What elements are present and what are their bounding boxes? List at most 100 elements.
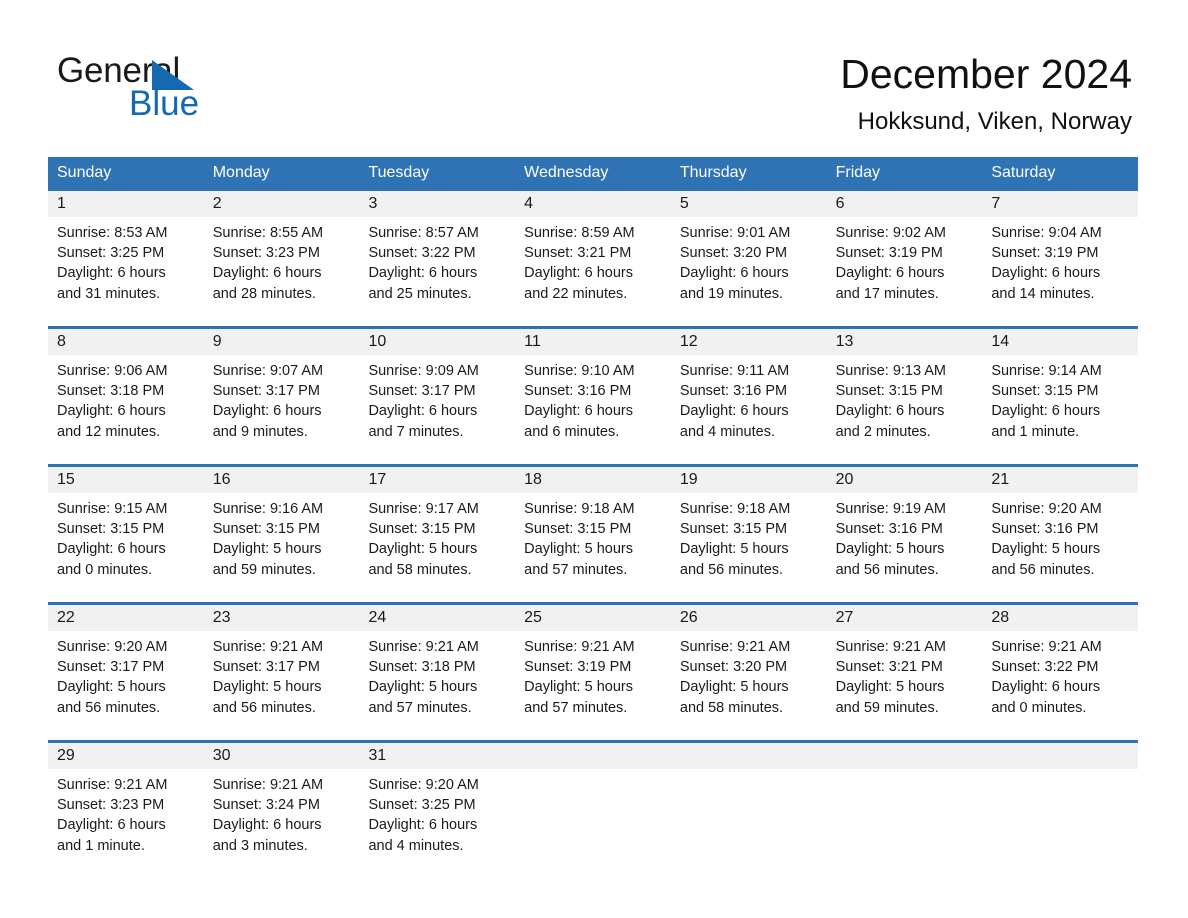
calendar-day-cell[interactable]: 7 Sunrise: 9:04 AM Sunset: 3:19 PM Dayli… — [982, 191, 1139, 326]
daylight-line1: Daylight: 6 hours — [524, 403, 633, 420]
calendar-day-cell[interactable]: 9 Sunrise: 9:07 AM Sunset: 3:17 PM Dayli… — [203, 329, 360, 464]
calendar-day-cell[interactable]: 14 Sunrise: 9:14 AM Sunset: 3:15 PM Dayl… — [982, 329, 1139, 464]
daylight-line1: Daylight: 6 hours — [57, 817, 166, 834]
calendar-day-cell[interactable]: 16 Sunrise: 9:16 AM Sunset: 3:15 PM Dayl… — [203, 467, 360, 602]
sunset-text: Sunset: 3:20 PM — [679, 245, 788, 262]
day-details: Sunrise: 8:55 AM Sunset: 3:23 PM Dayligh… — [204, 217, 360, 304]
daylight-line1: Daylight: 6 hours — [679, 403, 789, 420]
calendar-day-cell[interactable]: 18 Sunrise: 9:18 AM Sunset: 3:15 PM Dayl… — [515, 467, 671, 602]
page-subtitle: Hokksund, Viken, Norway — [857, 108, 1132, 135]
calendar-day-cell-empty — [826, 743, 983, 878]
sunrise-text: Sunrise: 9:14 AM — [991, 363, 1102, 379]
calendar-day-cell[interactable]: 4 Sunrise: 8:59 AM Sunset: 3:21 PM Dayli… — [515, 191, 671, 326]
calendar-day-cell[interactable]: 6 Sunrise: 9:02 AM Sunset: 3:19 PM Dayli… — [826, 191, 983, 326]
sunrise-text: Sunrise: 9:16 AM — [212, 501, 324, 517]
calendar-day-cell[interactable]: 20 Sunrise: 9:19 AM Sunset: 3:16 PM Dayl… — [826, 467, 983, 602]
sunrise-text: Sunrise: 9:15 AM — [57, 501, 168, 517]
daylight-line1: Daylight: 5 hours — [835, 541, 945, 558]
day-number: 31 — [359, 743, 516, 769]
day-number: 6 — [826, 191, 983, 217]
calendar-day-cell[interactable]: 8 Sunrise: 9:06 AM Sunset: 3:18 PM Dayli… — [48, 329, 204, 464]
daylight-line1: Daylight: 5 hours — [524, 541, 633, 558]
calendar-day-cell[interactable]: 5 Sunrise: 9:01 AM Sunset: 3:20 PM Dayli… — [670, 191, 827, 326]
calendar-day-cell[interactable]: 25 Sunrise: 9:21 AM Sunset: 3:19 PM Dayl… — [515, 605, 671, 740]
calendar-day-cell[interactable]: 29 Sunrise: 9:21 AM Sunset: 3:23 PM Dayl… — [48, 743, 204, 878]
calendar-day-cell[interactable]: 21 Sunrise: 9:20 AM Sunset: 3:16 PM Dayl… — [982, 467, 1139, 602]
daylight-line1: Daylight: 6 hours — [57, 403, 166, 420]
calendar-day-cell[interactable]: 26 Sunrise: 9:21 AM Sunset: 3:20 PM Dayl… — [670, 605, 827, 740]
sunrise-text: Sunrise: 9:21 AM — [368, 639, 479, 655]
sunset-text: Sunset: 3:23 PM — [212, 245, 320, 262]
calendar-day-cell[interactable]: 24 Sunrise: 9:21 AM Sunset: 3:18 PM Dayl… — [359, 605, 516, 740]
day-details: Sunrise: 9:21 AM Sunset: 3:18 PM Dayligh… — [359, 631, 515, 718]
daylight-line1: Daylight: 5 hours — [212, 679, 322, 696]
daylight-line2: and 56 minutes. — [57, 699, 161, 716]
calendar-day-cell[interactable]: 15 Sunrise: 9:15 AM Sunset: 3:15 PM Dayl… — [48, 467, 204, 602]
day-number: 11 — [515, 329, 671, 355]
day-details: Sunrise: 9:21 AM Sunset: 3:24 PM Dayligh… — [204, 769, 360, 856]
day-number: 15 — [48, 467, 204, 493]
calendar-day-cell[interactable]: 10 Sunrise: 9:09 AM Sunset: 3:17 PM Dayl… — [359, 329, 516, 464]
daylight-line2: and 59 minutes. — [835, 699, 939, 716]
day-details: Sunrise: 9:15 AM Sunset: 3:15 PM Dayligh… — [48, 493, 204, 580]
day-number — [670, 743, 827, 769]
daylight-line2: and 3 minutes. — [212, 837, 308, 854]
calendar-day-cell[interactable]: 30 Sunrise: 9:21 AM Sunset: 3:24 PM Dayl… — [203, 743, 360, 878]
calendar-day-cell[interactable]: 11 Sunrise: 9:10 AM Sunset: 3:16 PM Dayl… — [515, 329, 671, 464]
daylight-line1: Daylight: 6 hours — [835, 403, 945, 420]
sunrise-text: Sunrise: 9:17 AM — [368, 501, 479, 517]
title-block: December 2024 Hokksund, Viken, Norway — [840, 50, 1132, 136]
calendar-day-cell[interactable]: 3 Sunrise: 8:57 AM Sunset: 3:22 PM Dayli… — [359, 191, 516, 326]
calendar-day-cell[interactable]: 1 Sunrise: 8:53 AM Sunset: 3:25 PM Dayli… — [48, 191, 204, 326]
sunset-text: Sunset: 3:17 PM — [368, 383, 476, 400]
sunrise-text: Sunrise: 9:21 AM — [991, 639, 1102, 655]
daylight-line2: and 19 minutes. — [679, 285, 784, 302]
calendar-day-cell-empty — [515, 743, 671, 878]
day-details: Sunrise: 9:02 AM Sunset: 3:19 PM Dayligh… — [827, 217, 983, 304]
day-details: Sunrise: 9:21 AM Sunset: 3:17 PM Dayligh… — [204, 631, 360, 718]
calendar-day-cell[interactable]: 19 Sunrise: 9:18 AM Sunset: 3:15 PM Dayl… — [670, 467, 827, 602]
calendar-day-cell[interactable]: 2 Sunrise: 8:55 AM Sunset: 3:23 PM Dayli… — [203, 191, 360, 326]
general-blue-logo[interactable]: General Blue — [57, 52, 317, 124]
calendar-day-cell[interactable]: 28 Sunrise: 9:21 AM Sunset: 3:22 PM Dayl… — [982, 605, 1139, 740]
daylight-line2: and 58 minutes. — [679, 699, 784, 716]
daylight-line2: and 4 minutes. — [679, 423, 775, 440]
day-number — [515, 743, 671, 769]
calendar-day-cell[interactable]: 13 Sunrise: 9:13 AM Sunset: 3:15 PM Dayl… — [826, 329, 983, 464]
daylight-line2: and 0 minutes. — [991, 699, 1087, 716]
calendar-day-cell-empty — [670, 743, 827, 878]
sunrise-text: Sunrise: 9:11 AM — [679, 363, 790, 379]
calendar-day-cell[interactable]: 31 Sunrise: 9:20 AM Sunset: 3:25 PM Dayl… — [359, 743, 516, 878]
calendar-table: Sunday Monday Tuesday Wednesday Thursday… — [48, 157, 1139, 878]
daylight-line2: and 57 minutes. — [524, 699, 628, 716]
sunset-text: Sunset: 3:21 PM — [835, 659, 943, 676]
day-number: 8 — [48, 329, 204, 355]
sunrise-text: Sunrise: 9:18 AM — [524, 501, 635, 517]
day-details: Sunrise: 9:01 AM Sunset: 3:20 PM Dayligh… — [671, 217, 827, 304]
day-number: 12 — [670, 329, 827, 355]
calendar-day-cell[interactable]: 27 Sunrise: 9:21 AM Sunset: 3:21 PM Dayl… — [826, 605, 983, 740]
calendar-day-cell[interactable]: 22 Sunrise: 9:20 AM Sunset: 3:17 PM Dayl… — [48, 605, 204, 740]
daylight-line2: and 58 minutes. — [368, 561, 472, 578]
sunset-text: Sunset: 3:15 PM — [524, 521, 632, 538]
daylight-line2: and 1 minute. — [57, 837, 145, 854]
calendar-week-row: 15 Sunrise: 9:15 AM Sunset: 3:15 PM Dayl… — [48, 464, 1139, 602]
calendar-day-cell[interactable]: 12 Sunrise: 9:11 AM Sunset: 3:16 PM Dayl… — [670, 329, 827, 464]
daylight-line1: Daylight: 6 hours — [991, 679, 1101, 696]
daylight-line1: Daylight: 5 hours — [679, 541, 789, 558]
day-number: 10 — [359, 329, 516, 355]
sunrise-text: Sunrise: 9:20 AM — [991, 501, 1102, 517]
calendar-day-cell[interactable]: 17 Sunrise: 9:17 AM Sunset: 3:15 PM Dayl… — [359, 467, 516, 602]
calendar-day-cell[interactable]: 23 Sunrise: 9:21 AM Sunset: 3:17 PM Dayl… — [203, 605, 360, 740]
day-number — [826, 743, 983, 769]
sunset-text: Sunset: 3:15 PM — [991, 383, 1099, 400]
daylight-line2: and 14 minutes. — [991, 285, 1095, 302]
sunrise-text: Sunrise: 8:53 AM — [57, 225, 168, 241]
sunrise-text: Sunrise: 9:13 AM — [835, 363, 947, 379]
daylight-line1: Daylight: 6 hours — [524, 265, 633, 282]
day-details: Sunrise: 9:21 AM Sunset: 3:20 PM Dayligh… — [671, 631, 827, 718]
daylight-line2: and 59 minutes. — [212, 561, 316, 578]
sunrise-text: Sunrise: 9:06 AM — [57, 363, 168, 379]
sunrise-text: Sunrise: 8:59 AM — [524, 225, 635, 241]
weekday-header-thursday: Thursday — [679, 164, 747, 181]
